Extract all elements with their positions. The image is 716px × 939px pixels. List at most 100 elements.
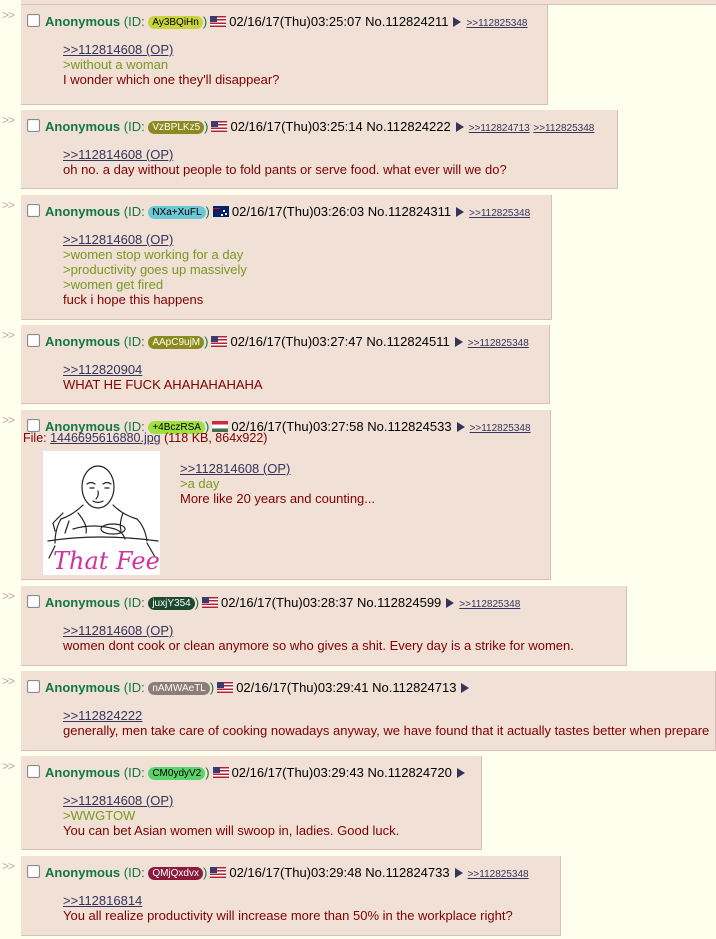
post-number[interactable]: 112824222	[387, 119, 451, 134]
select-post-checkbox[interactable]	[27, 595, 40, 608]
post-number-label[interactable]: No.	[368, 204, 388, 219]
message-line: >women get fired	[63, 277, 247, 292]
post-menu-arrow-icon[interactable]	[456, 422, 465, 432]
backlink[interactable]: >>112825348	[468, 869, 529, 880]
select-post-checkbox[interactable]	[27, 765, 40, 778]
post-number-label[interactable]: No.	[367, 419, 387, 434]
post-number[interactable]: 112824533	[387, 419, 451, 434]
greentext-line: >WWGTOW	[63, 808, 136, 823]
post-number-label[interactable]: No.	[367, 765, 387, 780]
quote-link[interactable]: >>112814608 (OP)	[63, 232, 173, 247]
reply-post: Anonymous (ID: VzBPLKz5) 02/16/17(Thu)03:…	[21, 110, 618, 189]
post-number-label[interactable]: No.	[366, 334, 386, 349]
post-menu-arrow-icon[interactable]	[456, 768, 465, 778]
post-number-label[interactable]: No.	[366, 119, 386, 134]
select-post-checkbox[interactable]	[27, 334, 40, 347]
country-flag-icon	[217, 682, 234, 693]
select-post-checkbox[interactable]	[27, 119, 40, 132]
reply-post: Anonymous (ID: CM0ydyV2) 02/16/17(Thu)03:…	[21, 756, 482, 850]
id-close: )	[205, 765, 210, 780]
id-close: )	[205, 204, 210, 219]
post-number-label[interactable]: No.	[365, 14, 385, 29]
post-number[interactable]: 112824511	[387, 334, 450, 349]
select-post-checkbox[interactable]	[27, 14, 40, 27]
backlink[interactable]: >>112825348	[459, 599, 520, 610]
backlink[interactable]: >>112825348	[466, 18, 527, 29]
post-menu-arrow-icon[interactable]	[455, 122, 464, 132]
backlink[interactable]: >>112825348	[468, 338, 529, 349]
post-menu-arrow-icon[interactable]	[453, 17, 462, 27]
reply-post: Anonymous (ID: juxjY354) 02/16/17(Thu)03:…	[21, 586, 627, 666]
backlink[interactable]: >>112825348	[470, 423, 531, 434]
post-number[interactable]: 112824720	[388, 765, 452, 780]
side-arrows: >>	[2, 113, 15, 127]
poster-id-badge[interactable]: Ay3BQiHn	[148, 16, 203, 29]
greentext-line: >women stop working for a day	[63, 247, 244, 262]
reply-post: Anonymous (ID: Ay3BQiHn) 02/16/17(Thu)03:…	[21, 5, 548, 105]
quote-link[interactable]: >>112814608 (OP)	[63, 147, 173, 162]
post-message: >>112814608 (OP) >women stop working for …	[63, 232, 247, 307]
thread-page: { "posts": [ {"name":"Anonymous","id_lab…	[0, 0, 716, 939]
quote-link[interactable]: >>112820904	[63, 362, 142, 377]
select-post-checkbox[interactable]	[27, 865, 40, 878]
quote-link[interactable]: >>112814608 (OP)	[63, 793, 173, 808]
poster-id-badge[interactable]: nAMWAeTL	[148, 682, 210, 695]
quote-link[interactable]: >>112824222	[63, 708, 142, 723]
post-number[interactable]: 112824211	[385, 14, 448, 29]
poster-name: Anonymous	[45, 334, 121, 349]
post-datetime: 02/16/17(Thu)03:29:43	[231, 765, 364, 780]
quote-link[interactable]: >>112814608 (OP)	[63, 623, 173, 638]
file-thumbnail[interactable]: That Feels	[43, 451, 160, 575]
backlink[interactable]: >>112825348	[533, 123, 594, 134]
id-label: (ID:	[123, 14, 145, 29]
poster-id-badge[interactable]: CM0ydyV2	[148, 767, 206, 780]
id-close: )	[202, 14, 208, 29]
message-text: oh no. a day without people to fold pant…	[63, 162, 507, 177]
post-number-label[interactable]: No.	[357, 595, 377, 610]
poster-id-badge[interactable]: VzBPLKz5	[148, 121, 205, 134]
post-number[interactable]: 112824311	[388, 204, 451, 219]
post-menu-arrow-icon[interactable]	[456, 207, 465, 217]
poster-id-badge[interactable]: juxjY354	[148, 597, 195, 610]
post-message: >>112820904 WHAT HE FUCK AHAHAHAHAHA	[63, 362, 263, 392]
post-number-label[interactable]: No.	[365, 865, 385, 880]
id-close: )	[204, 334, 209, 349]
poster-id-badge[interactable]: NXa+XuFL	[148, 206, 206, 219]
message-line: >>112814608 (OP)	[63, 232, 247, 247]
post-menu-arrow-icon[interactable]	[446, 598, 455, 608]
poster-name: Anonymous	[45, 204, 121, 219]
post-message: >>112814608 (OP) oh no. a day without peo…	[63, 147, 507, 177]
id-close: )	[204, 119, 209, 134]
file-link[interactable]: 1446695616880.jpg	[50, 431, 161, 445]
side-arrows: >>	[2, 198, 15, 212]
quote-link[interactable]: >>112814608 (OP)	[63, 42, 173, 57]
id-label: (ID:	[123, 865, 145, 880]
backlink[interactable]: >>112825348	[469, 208, 530, 219]
post-number[interactable]: 112824713	[392, 680, 456, 695]
id-close: )	[203, 865, 208, 880]
quote-link[interactable]: >>112816814	[63, 893, 142, 908]
backlink[interactable]: >>112824713	[469, 123, 530, 134]
post-info: Anonymous (ID: Ay3BQiHn) 02/16/17(Thu)03:…	[27, 14, 527, 30]
post-number-label[interactable]: No.	[372, 680, 392, 695]
poster-id-badge[interactable]: QMjQxdvx	[148, 867, 203, 880]
select-post-checkbox[interactable]	[27, 680, 40, 693]
greentext-line: >women get fired	[63, 277, 164, 292]
file-info: File: 1446695616880.jpg (118 KB, 864x922…	[23, 431, 267, 445]
country-flag-icon	[202, 597, 219, 608]
post-datetime: 02/16/17(Thu)03:27:47	[230, 334, 363, 349]
message-text: More like 20 years and counting...	[180, 491, 376, 506]
message-text: fuck i hope this happens	[63, 292, 204, 307]
message-line: >WWGTOW	[63, 808, 399, 823]
quote-link[interactable]: >>112814608 (OP)	[180, 461, 290, 476]
message-line: >>112820904	[63, 362, 263, 377]
message-line: >>112814608 (OP)	[63, 793, 399, 808]
post-menu-arrow-icon[interactable]	[454, 337, 463, 347]
post-number[interactable]: 112824733	[385, 865, 449, 880]
post-number[interactable]: 112824599	[377, 595, 441, 610]
select-post-checkbox[interactable]	[27, 204, 40, 217]
poster-id-badge[interactable]: AApC9ujM	[148, 336, 205, 349]
side-arrows: >>	[2, 859, 15, 873]
post-menu-arrow-icon[interactable]	[461, 683, 470, 693]
post-menu-arrow-icon[interactable]	[454, 868, 463, 878]
